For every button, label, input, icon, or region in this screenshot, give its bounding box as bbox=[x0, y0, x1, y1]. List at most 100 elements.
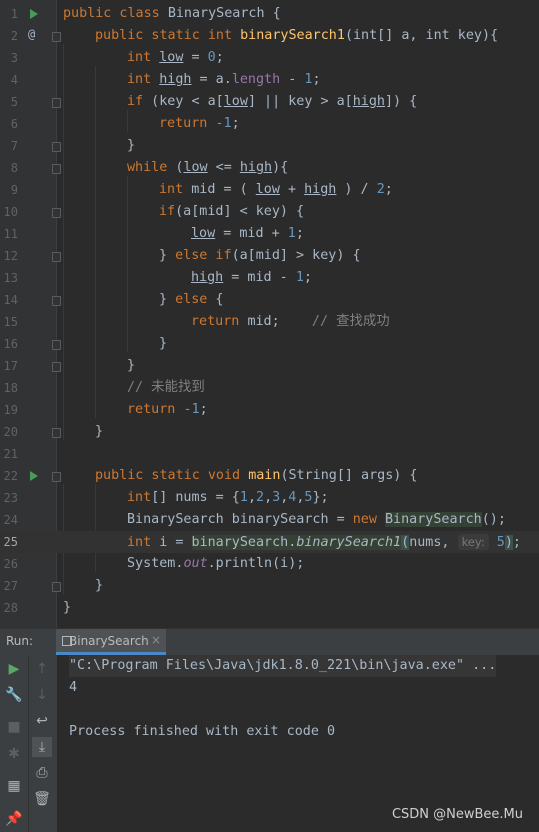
code-token: ; bbox=[215, 50, 224, 65]
fold-icon[interactable] bbox=[52, 362, 61, 372]
close-icon[interactable]: × bbox=[151, 633, 161, 647]
fold-icon[interactable] bbox=[52, 208, 61, 218]
code-line[interactable]: 20 } bbox=[0, 421, 539, 443]
current-code-line[interactable]: 25 int i = binarySearch.binarySearch1(nu… bbox=[0, 531, 539, 553]
override-icon[interactable]: @ bbox=[28, 27, 40, 41]
code-line[interactable]: 8 while (low <= high){ bbox=[0, 157, 539, 179]
scroll-to-end-icon[interactable]: ⤓ bbox=[32, 737, 52, 757]
code-token: if bbox=[127, 94, 144, 109]
code-token: } bbox=[127, 138, 136, 153]
fold-icon[interactable] bbox=[52, 32, 61, 42]
line-number: 11 bbox=[3, 227, 18, 241]
code-token: ; bbox=[303, 270, 312, 285]
code-token: high bbox=[352, 94, 385, 109]
code-line[interactable]: 1 public class BinarySearch { bbox=[0, 3, 539, 25]
rerun-icon[interactable]: ▶ bbox=[4, 659, 24, 679]
code-line[interactable]: 9 int mid = ( low + high ) / 2; bbox=[0, 179, 539, 201]
code-token: BinarySearch bbox=[384, 512, 482, 527]
stop-icon[interactable]: ■ bbox=[4, 717, 24, 737]
line-number: 10 bbox=[3, 205, 18, 219]
debug-icon[interactable]: ✱ bbox=[4, 744, 24, 764]
run-gutter-icon[interactable] bbox=[30, 9, 38, 19]
code-line[interactable]: 22 public static void main(String[] args… bbox=[0, 465, 539, 487]
code-token: } bbox=[63, 600, 72, 615]
code-token: nums, bbox=[409, 535, 458, 550]
code-token: low bbox=[223, 94, 248, 109]
fold-icon[interactable] bbox=[52, 428, 61, 438]
code-line[interactable]: 15 return mid; // 查找成功 bbox=[0, 311, 539, 333]
code-line[interactable]: 26 System.out.println(i); bbox=[0, 553, 539, 575]
code-token: low bbox=[183, 160, 208, 175]
code-line[interactable]: 10 if(a[mid] < key) { bbox=[0, 201, 539, 223]
code-line[interactable]: 4 int high = a.length - 1; bbox=[0, 69, 539, 91]
line-number: 12 bbox=[3, 249, 18, 263]
pin-icon[interactable]: 📌 bbox=[4, 809, 24, 829]
fold-icon[interactable] bbox=[52, 164, 61, 174]
code-token: -1 bbox=[215, 116, 232, 131]
print-icon[interactable]: ⎙ bbox=[32, 763, 52, 783]
code-token: 1 bbox=[239, 490, 248, 505]
code-token: ( bbox=[167, 160, 184, 175]
line-number: 23 bbox=[3, 491, 18, 505]
fold-icon[interactable] bbox=[52, 296, 61, 306]
fold-icon[interactable] bbox=[52, 582, 61, 592]
code-token: else if bbox=[175, 248, 232, 263]
fold-icon[interactable] bbox=[52, 340, 61, 350]
soft-wrap-icon[interactable]: ↩ bbox=[32, 711, 52, 731]
code-line[interactable]: 3 int low = 0; bbox=[0, 47, 539, 69]
tab-binarysearch[interactable]: BinarySearch × bbox=[56, 629, 166, 655]
fold-icon[interactable] bbox=[52, 252, 61, 262]
code-editor[interactable]: 1 public class BinarySearch { 2 @ public… bbox=[0, 0, 539, 628]
code-token: main bbox=[248, 468, 281, 483]
fold-icon[interactable] bbox=[52, 142, 61, 152]
code-token: -1 bbox=[183, 402, 200, 417]
line-number: 26 bbox=[3, 557, 18, 571]
code-line[interactable]: 13 high = mid - 1; bbox=[0, 267, 539, 289]
code-token: } bbox=[159, 336, 168, 351]
code-token: (a[mid] < key) { bbox=[175, 204, 305, 219]
code-token: 2 bbox=[256, 490, 265, 505]
code-line[interactable]: 5 if (key < a[low] || key > a[high]) { bbox=[0, 91, 539, 113]
code-token: ; bbox=[295, 226, 304, 241]
run-console[interactable]: ▶ 🔧 ■ ✱ ▦ 📌 ↑ ↓ ↩ ⤓ ⎙ 🗑 "C:\Program File… bbox=[0, 655, 539, 832]
code-token: 1 bbox=[295, 270, 304, 285]
up-arrow-icon[interactable]: ↑ bbox=[32, 659, 52, 679]
code-line[interactable]: 6 return -1; bbox=[0, 113, 539, 135]
code-token: BinarySearch bbox=[167, 6, 265, 21]
code-token: <= bbox=[207, 160, 240, 175]
line-number: 28 bbox=[3, 601, 18, 615]
fold-icon[interactable] bbox=[52, 472, 61, 482]
code-token: high bbox=[159, 72, 192, 87]
line-number: 27 bbox=[3, 579, 18, 593]
code-line[interactable]: 2 @ public static int binarySearch1(int[… bbox=[0, 25, 539, 47]
code-line[interactable]: 28 } bbox=[0, 597, 539, 619]
code-comment: // 未能找到 bbox=[127, 380, 205, 395]
wrench-icon[interactable]: 🔧 bbox=[4, 685, 24, 705]
code-line[interactable]: 23 int[] nums = {1,2,3,4,5}; bbox=[0, 487, 539, 509]
down-arrow-icon[interactable]: ↓ bbox=[32, 685, 52, 705]
fold-icon[interactable] bbox=[52, 98, 61, 108]
watermark: CSDN @NewBee.Mu bbox=[391, 807, 523, 822]
code-token: + bbox=[279, 182, 305, 197]
code-line[interactable]: 24 BinarySearch binarySearch = new Binar… bbox=[0, 509, 539, 531]
code-token: { bbox=[264, 6, 281, 21]
code-line[interactable]: 17 } bbox=[0, 355, 539, 377]
code-line[interactable]: 19 return -1; bbox=[0, 399, 539, 421]
code-line[interactable]: 27 } bbox=[0, 575, 539, 597]
code-line[interactable]: 18 // 未能找到 bbox=[0, 377, 539, 399]
line-number: 13 bbox=[3, 271, 18, 285]
line-number: 1 bbox=[10, 7, 18, 21]
code-line[interactable]: 11 low = mid + 1; bbox=[0, 223, 539, 245]
code-token: ( bbox=[401, 535, 410, 550]
code-line[interactable]: 14 } else { bbox=[0, 289, 539, 311]
code-line[interactable]: 16 } bbox=[0, 333, 539, 355]
code-line[interactable]: 7 } bbox=[0, 135, 539, 157]
code-token: while bbox=[127, 160, 168, 175]
code-line[interactable]: 12 } else if(a[mid] > key) { bbox=[0, 245, 539, 267]
trash-icon[interactable]: 🗑 bbox=[32, 789, 52, 809]
code-line[interactable]: 21 bbox=[0, 443, 539, 465]
code-token: mid = ( bbox=[191, 182, 256, 197]
layout-icon[interactable]: ▦ bbox=[4, 776, 24, 796]
run-gutter-icon[interactable] bbox=[30, 471, 38, 481]
line-number: 17 bbox=[3, 359, 18, 373]
